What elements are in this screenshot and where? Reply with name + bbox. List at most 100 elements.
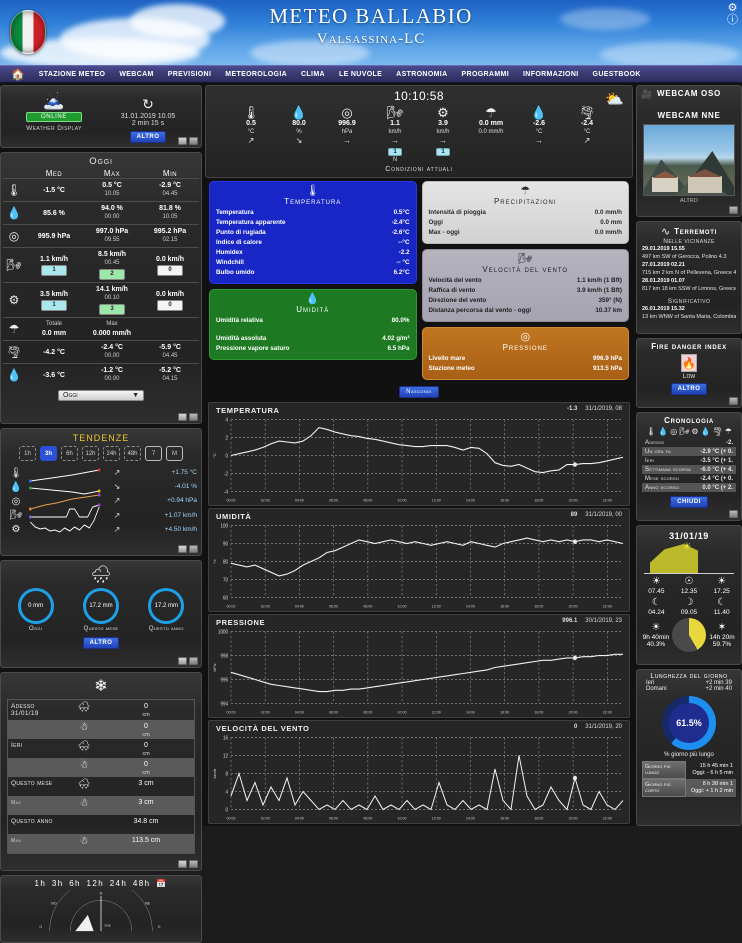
webcam-panel: 🎥 WEBCAM OSO WEBCAM NNE ALTRO	[636, 85, 742, 217]
rose-range-1h[interactable]: 1h	[35, 879, 47, 888]
calendar-icon[interactable]: 📅	[156, 879, 167, 888]
minimize-icon[interactable]	[178, 137, 187, 145]
chiudi-button[interactable]: CHIUDI	[670, 496, 708, 508]
value: -2.6	[532, 120, 546, 127]
svg-text:12:00: 12:00	[432, 498, 441, 502]
today-summary-panel: Oggi Med Max Min 🌡 -1.5 °C 0.5 °C 10.05 -…	[0, 152, 202, 424]
nav-item-previsioni[interactable]: PREVISIONI	[161, 71, 219, 78]
range-button-24h[interactable]: 24h	[103, 446, 120, 461]
nav-item-guestbook[interactable]: GUESTBOOK	[586, 71, 648, 78]
range-button-48h[interactable]: 48h	[124, 446, 141, 461]
range-button-6h[interactable]: 6h	[61, 446, 78, 461]
rose-range-24h[interactable]: 24h	[110, 879, 128, 888]
rose-range-48h[interactable]: 48h	[133, 879, 151, 888]
panel-window-buttons[interactable]	[178, 413, 198, 421]
svg-text:18:00: 18:00	[534, 604, 543, 608]
minimize-icon[interactable]	[178, 545, 187, 553]
range-button-1h[interactable]: 1h	[19, 446, 36, 461]
panel-window-buttons[interactable]	[729, 397, 738, 405]
dewpoint-icon[interactable]: 💧	[701, 427, 711, 436]
snow-fall-value: 34.8 cm	[133, 818, 159, 825]
nav-item-programmi[interactable]: PROGRAMMI	[455, 71, 516, 78]
svg-text:22:00: 22:00	[603, 498, 612, 502]
rose-range-3h[interactable]: 3h	[52, 879, 64, 888]
list-item: Velocità del vento 1.1 km/h (1 Bft)	[429, 276, 623, 286]
cell-max: 14.1 km/h	[96, 286, 128, 293]
minimize-icon[interactable]	[178, 657, 187, 665]
thermometer-icon[interactable]: 🌡	[646, 427, 656, 436]
cronologia-panel: Cronologia 🌡 💧 ◎ 🌬 ⚙ 💧 🌪 ☂ Adesso -2. Un …	[636, 412, 742, 521]
humidity-icon[interactable]: 💧	[658, 427, 668, 436]
maximize-icon[interactable]	[729, 510, 738, 518]
wind-speed-icon: 🌬	[9, 509, 23, 521]
windchill-icon[interactable]: 🌪	[713, 427, 723, 436]
rose-range-6h[interactable]: 6h	[69, 879, 81, 888]
webcam-title-nne[interactable]: WEBCAM NNE	[640, 111, 738, 120]
row-value: 0.5°C	[393, 209, 410, 216]
altro-button[interactable]: ALTRO	[82, 637, 120, 649]
dashboard-layout: 🗻 ONLINE Weather Display ↻ 31.01.2019 10…	[0, 83, 742, 943]
svg-text:0: 0	[226, 808, 229, 814]
nav-item-stazione-meteo[interactable]: STAZIONE METEO	[32, 71, 113, 78]
nascondi-button[interactable]: Nascondi	[399, 386, 439, 398]
minimize-icon[interactable]	[178, 413, 187, 421]
nav-item-clima[interactable]: CLIMA	[294, 71, 332, 78]
panel-window-buttons[interactable]	[178, 545, 198, 553]
value: 80.0	[292, 120, 306, 127]
thermometer-icon: 🌡	[9, 467, 23, 479]
maximize-icon[interactable]	[729, 206, 738, 214]
panel-window-buttons[interactable]	[729, 206, 738, 214]
maximize-icon[interactable]	[189, 545, 198, 553]
altro-button[interactable]: ALTRO	[129, 131, 167, 143]
list-item: Bulbo umido 6.2°C	[216, 268, 410, 278]
nav-item-astronomia[interactable]: ASTRONOMIA	[389, 71, 454, 78]
altro-button[interactable]: ALTRO	[670, 383, 708, 395]
camera-icon: 🎥	[641, 89, 653, 99]
period-select[interactable]: Oggi ▼	[58, 390, 144, 401]
snow-row-label: Questo anno	[11, 818, 53, 825]
range-button-3h[interactable]: 3h	[40, 446, 57, 461]
minimize-icon[interactable]	[178, 860, 187, 868]
temperature-card: 🌡 Temperatura Temperatura 0.5°C Temperatu…	[209, 181, 417, 284]
home-icon[interactable]: 🏠	[4, 68, 32, 81]
trend-arrow-icon: ↗	[113, 510, 121, 520]
panel-window-buttons[interactable]	[178, 860, 198, 868]
range-button-week[interactable]: 7	[145, 446, 162, 461]
rose-range-12h[interactable]: 12h	[87, 879, 105, 888]
webcam-caption: ALTRO	[680, 198, 698, 204]
unit: °C	[535, 129, 543, 135]
nav-item-webcam[interactable]: WEBCAM	[112, 71, 160, 78]
unit: %	[296, 129, 302, 135]
maximize-icon[interactable]	[729, 397, 738, 405]
rain-icon[interactable]: ☂	[725, 427, 732, 436]
cronologia-title: Cronologia	[664, 416, 714, 425]
maximize-icon[interactable]	[189, 860, 198, 868]
nav-item-meteorologia[interactable]: METEOROLOGIA	[218, 71, 294, 78]
gear-icon[interactable]: ⚙	[727, 3, 738, 14]
refresh-icon[interactable]: ↻	[101, 96, 195, 113]
help-icon[interactable]: ⓘ	[727, 15, 738, 26]
panel-window-buttons[interactable]	[178, 657, 198, 665]
maximize-icon[interactable]	[189, 413, 198, 421]
snow-fall-unit: cm	[142, 712, 150, 718]
row-key: Temperatura apparente	[216, 219, 286, 226]
range-button-12h[interactable]: 12h	[82, 446, 99, 461]
wind-card: 🌬 Velocità del vento Velocità del vento 1…	[421, 249, 629, 322]
nav-item-informazioni[interactable]: INFORMAZIONI	[516, 71, 586, 78]
wind-speed-icon[interactable]: 🌬	[679, 427, 689, 436]
range-button-month[interactable]: M	[166, 446, 183, 461]
panel-window-buttons[interactable]	[178, 137, 198, 145]
panel-window-buttons[interactable]	[729, 510, 738, 518]
snow-row-label: Questo mese	[11, 780, 53, 787]
webcam-title-oso[interactable]: WEBCAM OSO	[640, 89, 738, 98]
nav-item-le-nuvole[interactable]: LE NUVOLE	[332, 71, 389, 78]
maximize-icon[interactable]	[189, 137, 198, 145]
webcam-image[interactable]	[643, 124, 735, 196]
list-item: Temperatura 0.5°C	[216, 208, 410, 218]
table-row: Giorno più corto 8 h 38 min 1 Oggi: + 1 h…	[642, 779, 736, 797]
pressure-icon[interactable]: ◎	[670, 427, 677, 436]
maximize-icon[interactable]	[189, 657, 198, 665]
wind-gust-icon[interactable]: ⚙	[691, 427, 698, 436]
list-item: Humidex -2.2	[216, 248, 410, 258]
moon-phase-icon	[672, 618, 706, 652]
